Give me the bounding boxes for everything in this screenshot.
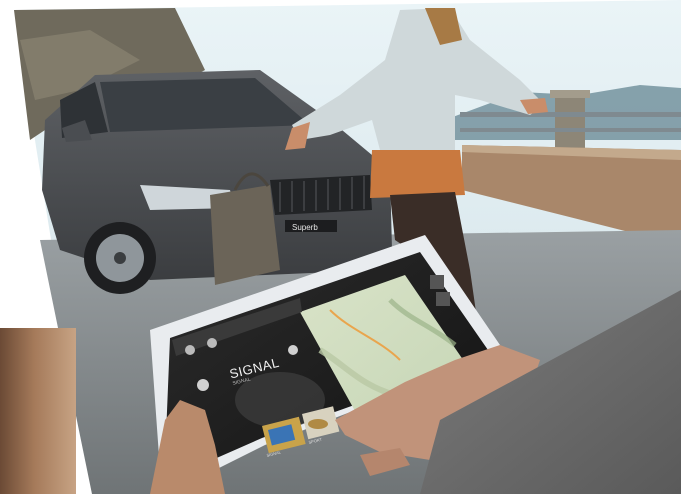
next-arrow-icon [288,345,298,355]
inset-photo [0,328,76,494]
handbag [210,185,280,285]
car-plate-text: Superb [292,223,318,232]
back-arrow-icon [185,345,195,355]
sound-icon [207,338,217,348]
previous-arrow-icon [197,379,209,391]
photo-illustration: Superb [14,0,681,494]
tablet-button-1 [430,275,444,289]
tablet-button-2 [436,292,450,306]
photo-scene: Superb SIGNAL SIGNAL SIGNAL SPORT [0,0,681,494]
